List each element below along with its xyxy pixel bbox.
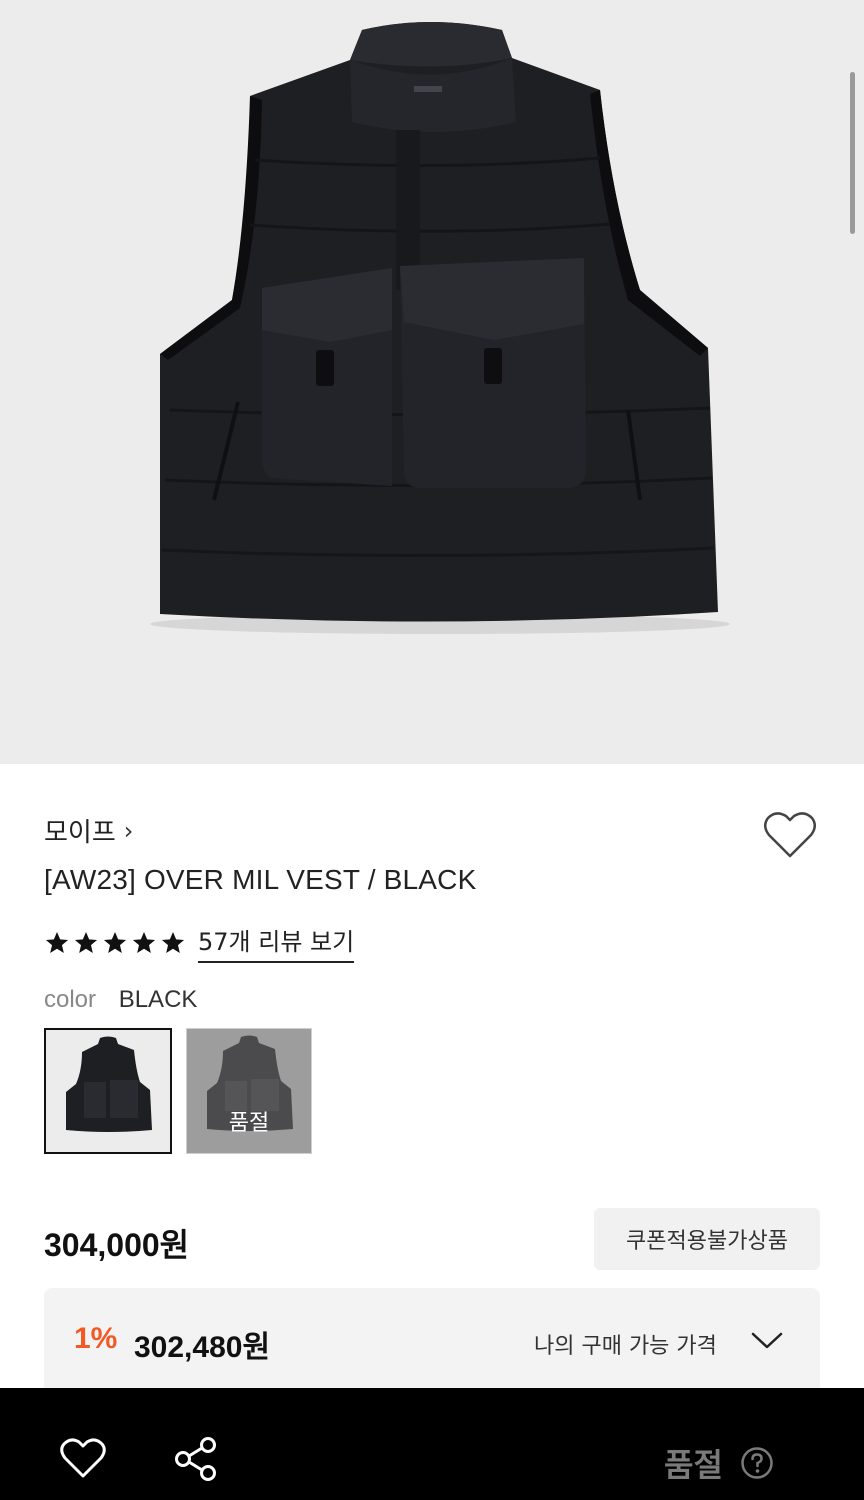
vest-thumbnail (66, 1036, 152, 1132)
color-value: BLACK (118, 986, 198, 1013)
discount-price-unit: 원 (242, 1330, 271, 1365)
product-image[interactable] (0, 0, 864, 764)
discount-percent: 1% (74, 1322, 118, 1355)
discount-price: 302,480원 (134, 1322, 270, 1366)
share-button[interactable] (172, 1436, 220, 1482)
my-price-label: 나의 구매 가능 가격 (534, 1334, 717, 1359)
wishlist-button[interactable] (760, 808, 820, 864)
discount-price-value: 302,480 (134, 1331, 243, 1364)
review-link[interactable]: 57개 리뷰 보기 (198, 922, 355, 963)
color-swatches: 품절 (44, 1028, 312, 1154)
brand-name[interactable]: 모이프 (44, 812, 116, 849)
price-value: 304,000 (44, 1227, 160, 1263)
sold-out-label: 품절 (228, 1111, 270, 1136)
swatch-black[interactable] (44, 1028, 172, 1154)
chevron-right-icon: › (123, 816, 134, 845)
scrollbar[interactable] (850, 72, 855, 234)
price-unit: 원 (159, 1226, 190, 1264)
heart-icon (764, 812, 816, 858)
sold-out-status: 품절 (664, 1446, 723, 1484)
star-rating (44, 930, 186, 956)
product-info: 모이프 › [AW23] OVER MIL VEST / BLACK 57개 리… (0, 764, 864, 1398)
star-icon (45, 931, 69, 953)
star-icon (103, 931, 127, 953)
swatch-soldout[interactable]: 품절 (186, 1028, 312, 1154)
color-option-row: color BLACK (44, 986, 197, 1014)
star-icon (161, 931, 185, 953)
rating-row: 57개 리뷰 보기 (44, 922, 355, 963)
wishlist-bottom-button[interactable] (58, 1436, 108, 1480)
heart-icon (60, 1438, 106, 1478)
coupon-badge: 쿠폰적용불가상품 (594, 1208, 820, 1270)
star-icon (74, 931, 98, 953)
my-price-box[interactable]: 1% 302,480원 나의 구매 가능 가격 (44, 1288, 820, 1398)
help-icon[interactable] (740, 1446, 774, 1480)
price: 304,000원 (44, 1220, 189, 1266)
color-label: color (44, 986, 97, 1013)
star-icon (132, 931, 156, 953)
share-icon (175, 1437, 216, 1481)
vest-illustration (150, 22, 730, 634)
chevron-down-icon[interactable] (750, 1330, 784, 1352)
product-title: [AW23] OVER MIL VEST / BLACK (44, 864, 477, 895)
brand-link[interactable]: 모이프 › (44, 812, 133, 849)
bottom-action-bar: 품절 (0, 1388, 864, 1500)
